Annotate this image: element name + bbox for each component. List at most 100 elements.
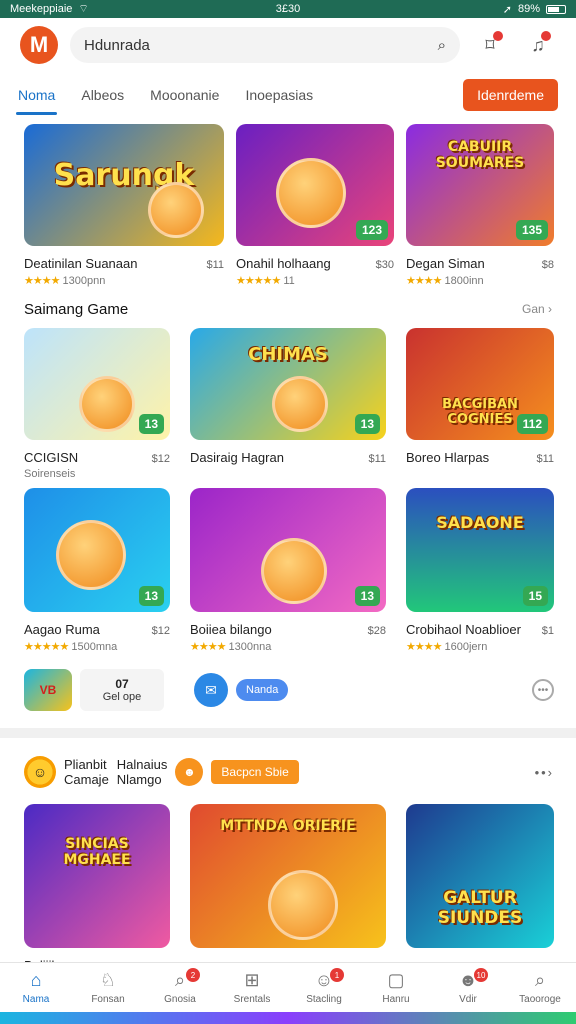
- nav-label: Vdir: [459, 994, 477, 1005]
- nav-magnify[interactable]: ⌕ Taooroge: [508, 970, 572, 1005]
- nav-people[interactable]: ☺ 1 Stacling: [292, 968, 356, 1005]
- magnify-icon: ⌕: [534, 970, 546, 990]
- game-thumbnail[interactable]: CABUIIR SOUMARES 135: [406, 124, 554, 246]
- nav-search[interactable]: ⌕ 2 Gnosia: [148, 968, 212, 1005]
- nav-face[interactable]: ☻ 10 Vdir: [436, 968, 500, 1005]
- section-title: Saimang Game: [24, 301, 129, 318]
- sun-icon: ☺: [24, 756, 56, 788]
- game-name: Aagao Ruma: [24, 622, 100, 637]
- game-price: $12: [151, 453, 170, 465]
- nav-home[interactable]: ⌂ Nama: [4, 970, 68, 1005]
- game-thumbnail[interactable]: Sarungk: [24, 124, 224, 246]
- rating-badge: 135: [515, 220, 548, 240]
- rating-badge: 13: [354, 414, 380, 434]
- game-downloads: 1600jern: [444, 641, 488, 653]
- game-price: $12: [151, 625, 170, 637]
- thumbnail-title: GALTUR SIUNDES: [437, 887, 523, 928]
- game-card[interactable]: GALTUR SIUNDES: [406, 804, 554, 973]
- tab-inoepasias[interactable]: Inoepasias: [245, 75, 313, 115]
- bookmark-icon[interactable]: ⌑: [472, 27, 508, 63]
- home-icon: ⌂: [30, 970, 42, 990]
- more-arrow-icon[interactable]: ••›: [535, 765, 554, 780]
- app-logo[interactable]: M: [20, 26, 58, 64]
- promo-line-2: Camaje: [64, 772, 109, 787]
- game-thumbnail[interactable]: 13: [190, 488, 386, 612]
- thumbnail-title: CABUIIR SOUMARES: [435, 138, 525, 171]
- mini-game-tile[interactable]: VB: [24, 669, 72, 711]
- star-rating: ★★★★: [24, 275, 60, 287]
- character-art: [79, 376, 136, 432]
- game-card[interactable]: Sarungk Deatinilan Suanaan $11 ★★★★ 1300…: [24, 124, 224, 287]
- game-thumbnail[interactable]: 13: [24, 488, 170, 612]
- nav-badge: 1: [330, 968, 344, 982]
- rating-badge: 13: [354, 586, 380, 606]
- section-more-link[interactable]: Gan ›: [522, 302, 552, 316]
- game-card[interactable]: BACGIBAN COGNIES 112 Boreo Hlarpas $11: [406, 328, 554, 480]
- game-thumbnail[interactable]: SADAONE 15: [406, 488, 554, 612]
- character-art: [148, 182, 204, 238]
- search-bar[interactable]: Hdunrada ⌕: [70, 27, 460, 63]
- game-card[interactable]: SADAONE 15 Crobihaol Noablioer $1 ★★★★ 1…: [406, 488, 554, 653]
- bell-icon[interactable]: ♫: [520, 27, 556, 63]
- game-thumbnail[interactable]: GALTUR SIUNDES: [406, 804, 554, 948]
- game-thumbnail[interactable]: CHIMAS 13: [190, 328, 386, 440]
- tab-albums[interactable]: Albeos: [81, 75, 124, 115]
- chat-icon: ▢: [387, 970, 405, 990]
- game-thumbnail[interactable]: MTTNDA ORIERIE: [190, 804, 386, 948]
- game-subtitle: Soirenseis: [24, 468, 76, 480]
- thumbnail-title: SINCIAS MGHAEE: [63, 835, 131, 868]
- game-card[interactable]: 123 Onahil holhaang $30 ★★★★★ 11: [236, 124, 394, 287]
- game-thumbnail[interactable]: 123: [236, 124, 394, 246]
- more-options-icon[interactable]: •••: [532, 679, 554, 701]
- nav-rentals[interactable]: ⊞ Srentals: [220, 970, 284, 1005]
- search-icon[interactable]: ⌕: [438, 37, 446, 54]
- game-card[interactable]: CHIMAS 13 Dasiraig Hagran $11: [190, 328, 386, 480]
- primary-cta-button[interactable]: Idenrdeme: [463, 79, 558, 111]
- game-price: $11: [368, 453, 386, 465]
- game-name: CCIGISN: [24, 450, 79, 465]
- nav-label: Stacling: [306, 994, 342, 1005]
- mini-strip-label: Gel ope: [102, 691, 142, 703]
- tab-monnanie[interactable]: Mooonanie: [150, 75, 219, 115]
- nav-chat[interactable]: ▢ Hanru: [364, 970, 428, 1005]
- promo-tag-button[interactable]: Bacpcn Sbie: [211, 760, 299, 784]
- game-downloads: 1300nna: [228, 641, 272, 653]
- mini-game-strip[interactable]: 07 Gel ope: [80, 669, 164, 711]
- game-price: $8: [541, 259, 554, 271]
- pill-button[interactable]: Nanda: [236, 679, 289, 701]
- search-input[interactable]: Hdunrada: [84, 37, 438, 54]
- game-name: Degan Siman: [406, 256, 485, 271]
- game-thumbnail[interactable]: BACGIBAN COGNIES 112: [406, 328, 554, 440]
- game-card[interactable]: SINCIAS MGHAEE Boljiibrnas: [24, 804, 170, 973]
- character-art: [260, 538, 327, 604]
- game-downloads: 11: [283, 275, 295, 287]
- game-card[interactable]: CABUIIR SOUMARES 135 Degan Siman $8 ★★★★…: [406, 124, 554, 287]
- game-card[interactable]: 13 Boiiea bilango $28 ★★★★ 1300nna: [190, 488, 386, 653]
- promo-line-1: Plianbit: [64, 757, 107, 772]
- nav-label: Gnosia: [164, 994, 196, 1005]
- game-downloads: 1500mna: [71, 641, 118, 653]
- category-tabs: Noma Albeos Mooonanie Inoepasias Idenrde…: [0, 74, 576, 116]
- game-card[interactable]: 13 CCIGISN $12 Soirenseis: [24, 328, 170, 480]
- star-rating: ★★★★★: [236, 275, 281, 287]
- star-rating: ★★★★: [406, 275, 442, 287]
- game-name: Boiiea bilango: [190, 622, 272, 637]
- game-thumbnail[interactable]: SINCIAS MGHAEE: [24, 804, 170, 948]
- game-card[interactable]: MTTNDA ORIERIE: [190, 804, 386, 973]
- tab-home[interactable]: Noma: [15, 75, 58, 115]
- nav-apps[interactable]: ♘ Fonsan: [76, 970, 140, 1005]
- game-card[interactable]: 13 Aagao Ruma $12 ★★★★★ 1500mna: [24, 488, 170, 653]
- status-bar: Meekeppiaie ⌔ 3£30 ➚ 89%: [0, 0, 576, 18]
- game-price: $1: [541, 625, 554, 637]
- notification-badge: [541, 31, 551, 41]
- game-price: $28: [367, 625, 386, 637]
- chat-icon[interactable]: ✉: [194, 673, 228, 707]
- nav-badge: 2: [186, 968, 200, 982]
- character-art: [272, 376, 329, 432]
- game-thumbnail[interactable]: 13: [24, 328, 170, 440]
- bottom-navigation: ⌂ Nama ♘ Fonsan ⌕ 2 Gnosia ⊞ Srentals ☺ …: [0, 962, 576, 1012]
- nav-label: Nama: [22, 994, 50, 1005]
- thumbnail-title: MTTNDA ORIERIE: [220, 818, 356, 835]
- nav-label: Taooroge: [519, 994, 561, 1005]
- nav-badge: 10: [474, 968, 488, 982]
